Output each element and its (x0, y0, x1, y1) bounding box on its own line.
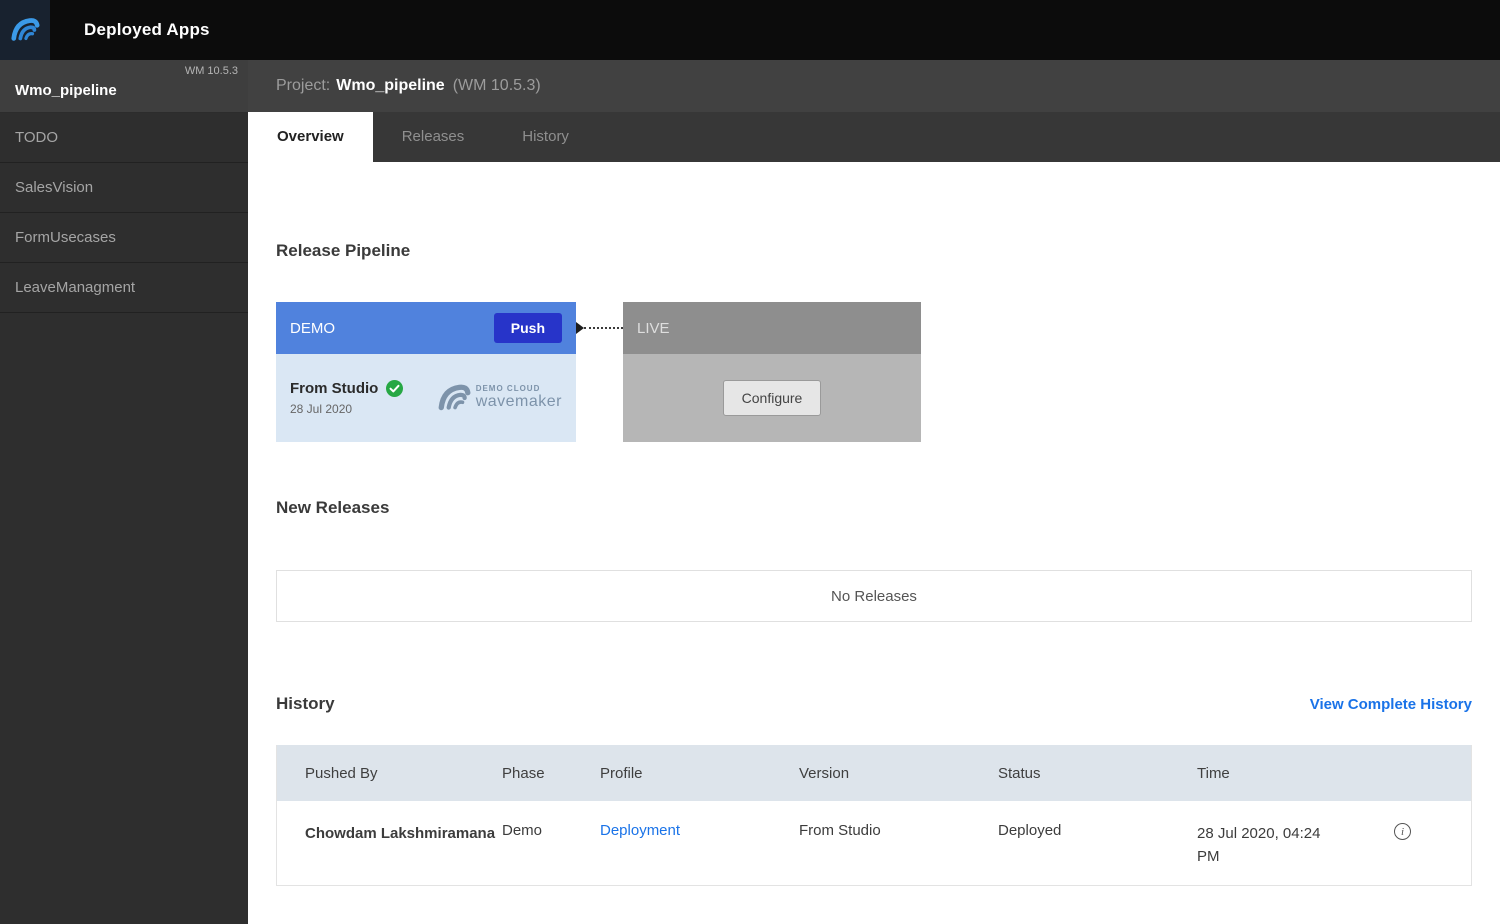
app-logo[interactable] (0, 0, 50, 60)
release-pipeline-title: Release Pipeline (276, 241, 1472, 261)
pipeline-row: DEMO Push From Studio (276, 302, 1472, 442)
project-header: Project: Wmo_pipeline (WM 10.5.3) (248, 60, 1500, 112)
sidebar-item-salesvision[interactable]: SalesVision (0, 163, 248, 213)
sidebar-item-wmo-pipeline[interactable]: WM 10.5.3 Wmo_pipeline (0, 60, 248, 113)
live-phase-card: LIVE Configure (623, 302, 921, 442)
sidebar-item-formusecases[interactable]: FormUsecases (0, 213, 248, 263)
demo-cloud-logo: DEMO CLOUD wavemaker (437, 381, 562, 415)
connector-arrow-icon (576, 322, 584, 334)
history-table-header: Pushed By Phase Profile Version Status T… (277, 745, 1471, 801)
demo-phase-body: From Studio 28 Jul 2020 (276, 354, 576, 442)
col-time: Time (1197, 765, 1471, 782)
tab-overview[interactable]: Overview (248, 112, 373, 162)
view-complete-history-link[interactable]: View Complete History (1310, 696, 1472, 713)
demo-phase-card: DEMO Push From Studio (276, 302, 576, 442)
history-header: History View Complete History (276, 694, 1472, 714)
sidebar: WM 10.5.3 Wmo_pipeline TODO SalesVision … (0, 60, 248, 924)
app-title: Deployed Apps (84, 20, 210, 40)
cell-version: From Studio (799, 822, 998, 839)
project-name: Wmo_pipeline (336, 77, 444, 95)
col-profile: Profile (600, 765, 799, 782)
col-status: Status (998, 765, 1197, 782)
cell-status: Deployed (998, 822, 1197, 839)
demo-push-date: 28 Jul 2020 (290, 402, 403, 416)
cell-time: 28 Jul 2020, 04:24 PM (1197, 822, 1347, 869)
sidebar-item-label: FormUsecases (15, 229, 116, 246)
live-phase-name: LIVE (637, 320, 670, 337)
project-version: (WM 10.5.3) (453, 77, 541, 95)
sidebar-item-label: SalesVision (15, 179, 93, 196)
sidebar-item-todo[interactable]: TODO (0, 113, 248, 163)
no-releases-box: No Releases (276, 570, 1472, 622)
info-icon[interactable]: i (1394, 823, 1411, 840)
wavemaker-wave-icon (437, 381, 471, 415)
col-phase: Phase (502, 765, 600, 782)
wavemaker-logo-icon (10, 15, 40, 45)
no-releases-text: No Releases (831, 588, 917, 605)
sidebar-item-version-badge: WM 10.5.3 (185, 65, 238, 77)
history-table: Pushed By Phase Profile Version Status T… (276, 745, 1472, 886)
demo-source-label: From Studio (290, 380, 378, 397)
tab-bar: Overview Releases History (248, 112, 1500, 162)
history-title: History (276, 694, 335, 714)
new-releases-title: New Releases (276, 498, 1472, 518)
live-phase-body: Configure (623, 354, 921, 442)
overview-panel: Release Pipeline DEMO Push From Studio (248, 241, 1500, 886)
cell-pushed-by: Chowdam Lakshmiramana (305, 825, 495, 842)
sidebar-item-label: LeaveManagment (15, 279, 135, 296)
pipeline-connector (576, 322, 623, 334)
wavemaker-wordmark: wavemaker (476, 394, 562, 411)
configure-button[interactable]: Configure (723, 380, 822, 416)
demo-phase-name: DEMO (290, 320, 335, 337)
sidebar-item-label: Wmo_pipeline (15, 82, 117, 99)
connector-dotted-line (584, 327, 623, 329)
tab-history[interactable]: History (493, 112, 598, 162)
main-content: Project: Wmo_pipeline (WM 10.5.3) Overvi… (248, 60, 1500, 924)
live-phase-header: LIVE (623, 302, 921, 354)
cell-profile-link[interactable]: Deployment (600, 822, 680, 839)
sidebar-item-label: TODO (15, 129, 58, 146)
col-version: Version (799, 765, 998, 782)
project-label: Project: (276, 77, 330, 95)
col-pushed-by: Pushed By (277, 765, 502, 782)
tab-releases[interactable]: Releases (373, 112, 494, 162)
table-row: Chowdam Lakshmiramana Demo Deployment Fr… (277, 801, 1471, 885)
check-circle-icon (386, 380, 403, 397)
topbar: Deployed Apps (0, 0, 1500, 60)
push-button[interactable]: Push (494, 313, 562, 343)
cell-phase: Demo (502, 822, 600, 839)
sidebar-item-leavemanagment[interactable]: LeaveManagment (0, 263, 248, 313)
demo-phase-header: DEMO Push (276, 302, 576, 354)
